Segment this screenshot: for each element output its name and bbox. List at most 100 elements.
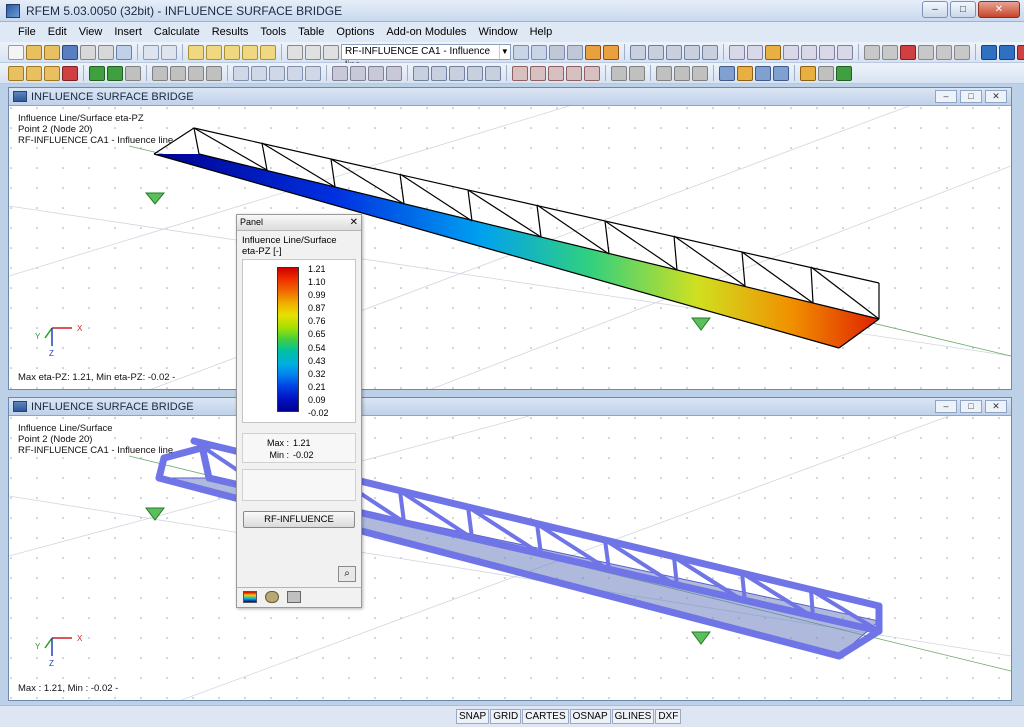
- transparent-icon[interactable]: [755, 65, 771, 81]
- rf-influence-button[interactable]: RF-INFLUENCE: [243, 511, 355, 528]
- dimension-icon[interactable]: [864, 44, 880, 60]
- menu-insert[interactable]: Insert: [114, 26, 142, 38]
- show-results-icon[interactable]: [585, 44, 601, 60]
- list-icon[interactable]: [323, 44, 339, 60]
- panel-toggle-icon[interactable]: [800, 65, 816, 81]
- stresses-icon[interactable]: [666, 44, 682, 60]
- line-support-icon[interactable]: [107, 65, 123, 81]
- menu-window[interactable]: Window: [478, 26, 517, 38]
- open-project-icon[interactable]: [44, 44, 60, 60]
- rib-icon[interactable]: [566, 65, 582, 81]
- zoom-all-icon[interactable]: [837, 44, 853, 60]
- preview-icon[interactable]: [116, 44, 132, 60]
- view-minimize-button[interactable]: –: [935, 90, 957, 103]
- beam-icon[interactable]: [512, 65, 528, 81]
- check-model-icon[interactable]: [449, 65, 465, 81]
- measure-icon[interactable]: [242, 44, 258, 60]
- line-icon[interactable]: [26, 65, 42, 81]
- new-file-icon[interactable]: [8, 44, 24, 60]
- load-case-select[interactable]: RF-INFLUENCE CA1 - Influence line ▼: [341, 44, 511, 71]
- edit-icon[interactable]: [188, 44, 204, 60]
- connect-icon[interactable]: [629, 65, 645, 81]
- magnifier-icon[interactable]: ⌕: [338, 566, 356, 582]
- zoom-icon[interactable]: [224, 44, 240, 60]
- rotate-model-icon[interactable]: [467, 65, 483, 81]
- node-icon[interactable]: [8, 65, 24, 81]
- free-load-icon[interactable]: [386, 65, 402, 81]
- export-icon[interactable]: [981, 44, 997, 60]
- move-icon[interactable]: [485, 65, 501, 81]
- status-cartes[interactable]: CARTES: [522, 709, 569, 724]
- print-icon[interactable]: [80, 44, 96, 60]
- undo-icon[interactable]: [143, 44, 159, 60]
- cross-section-icon[interactable]: [152, 65, 168, 81]
- status-dxf[interactable]: DXF: [655, 709, 682, 724]
- view-maximize-button[interactable]: □: [960, 400, 982, 413]
- member-icon[interactable]: [44, 65, 60, 81]
- panel-title-bar[interactable]: Panel ✕: [237, 215, 361, 231]
- forces-icon[interactable]: [648, 44, 664, 60]
- iso-view-icon[interactable]: [729, 44, 745, 60]
- maximize-button[interactable]: □: [950, 1, 976, 18]
- find-icon[interactable]: [206, 44, 222, 60]
- menu-table[interactable]: Table: [298, 26, 324, 38]
- menu-view[interactable]: View: [79, 26, 103, 38]
- select-icon[interactable]: [260, 44, 276, 60]
- pan-icon[interactable]: [819, 44, 835, 60]
- pdf-icon[interactable]: [1017, 44, 1024, 60]
- view-window-bottom[interactable]: INFLUENCE SURFACE BRIDGE – □ ✕ Influence…: [8, 397, 1012, 701]
- status-snap[interactable]: SNAP: [456, 709, 490, 724]
- grid-icon[interactable]: [305, 44, 321, 60]
- material-icon[interactable]: [170, 65, 186, 81]
- solid-load-icon[interactable]: [350, 65, 366, 81]
- frame-icon[interactable]: [584, 65, 600, 81]
- nodal-load-icon[interactable]: [287, 65, 303, 81]
- status-grid[interactable]: GRID: [490, 709, 522, 724]
- close-button[interactable]: ✕: [978, 1, 1020, 18]
- guide-line-icon[interactable]: [918, 44, 934, 60]
- view-y-icon[interactable]: [765, 44, 781, 60]
- wireframe-icon[interactable]: [719, 65, 735, 81]
- settings-icon[interactable]: [287, 591, 301, 603]
- next-case-icon[interactable]: [531, 44, 547, 60]
- menu-edit[interactable]: Edit: [48, 26, 67, 38]
- deformation-icon[interactable]: [630, 44, 646, 60]
- surface-icon[interactable]: [62, 65, 78, 81]
- view-window-top[interactable]: INFLUENCE SURFACE BRIDGE – □ ✕ Influence…: [8, 87, 1012, 390]
- numbering-icon[interactable]: [674, 65, 690, 81]
- rotate-icon[interactable]: [801, 44, 817, 60]
- menu-options[interactable]: Options: [336, 26, 374, 38]
- load-case-icon[interactable]: [233, 65, 249, 81]
- previous-case-icon[interactable]: [513, 44, 529, 60]
- support-reactions-icon[interactable]: [684, 44, 700, 60]
- menu-add-on-modules[interactable]: Add-on Modules: [386, 26, 466, 38]
- menu-help[interactable]: Help: [530, 26, 553, 38]
- sections-icon[interactable]: [702, 44, 718, 60]
- viewport-3d[interactable]: Influence Line/Surface Point 2 (Node 20)…: [9, 416, 1011, 700]
- view-x-icon[interactable]: [747, 44, 763, 60]
- color-scale-icon[interactable]: [243, 591, 257, 603]
- results-icon[interactable]: [567, 44, 583, 60]
- nodal-support-icon[interactable]: [89, 65, 105, 81]
- color-legend[interactable]: 1.21 1.10 0.99 0.87 0.76 0.65 0.54 0.43 …: [242, 259, 356, 423]
- results-panel[interactable]: Panel ✕ Influence Line/Surface eta-PZ [-…: [236, 214, 362, 608]
- table-icon[interactable]: [287, 44, 303, 60]
- label-icon[interactable]: [656, 65, 672, 81]
- view-maximize-button[interactable]: □: [960, 90, 982, 103]
- load-combination-icon[interactable]: [251, 65, 267, 81]
- save-icon[interactable]: [62, 44, 78, 60]
- result-values-icon[interactable]: [603, 44, 619, 60]
- section-view-icon[interactable]: [773, 65, 789, 81]
- viewport-3d[interactable]: Influence Line/Surface eta-PZ Point 2 (N…: [9, 106, 1011, 389]
- mesh-icon[interactable]: [413, 65, 429, 81]
- result-combination-icon[interactable]: [269, 65, 285, 81]
- check-icon[interactable]: [836, 65, 852, 81]
- render-icon[interactable]: [936, 44, 952, 60]
- hinge-icon[interactable]: [125, 65, 141, 81]
- solid-icon[interactable]: [188, 65, 204, 81]
- delete-icon[interactable]: [900, 44, 916, 60]
- menu-calculate[interactable]: Calculate: [154, 26, 200, 38]
- divide-icon[interactable]: [611, 65, 627, 81]
- truss-icon[interactable]: [530, 65, 546, 81]
- status-osnap[interactable]: OSNAP: [569, 709, 611, 724]
